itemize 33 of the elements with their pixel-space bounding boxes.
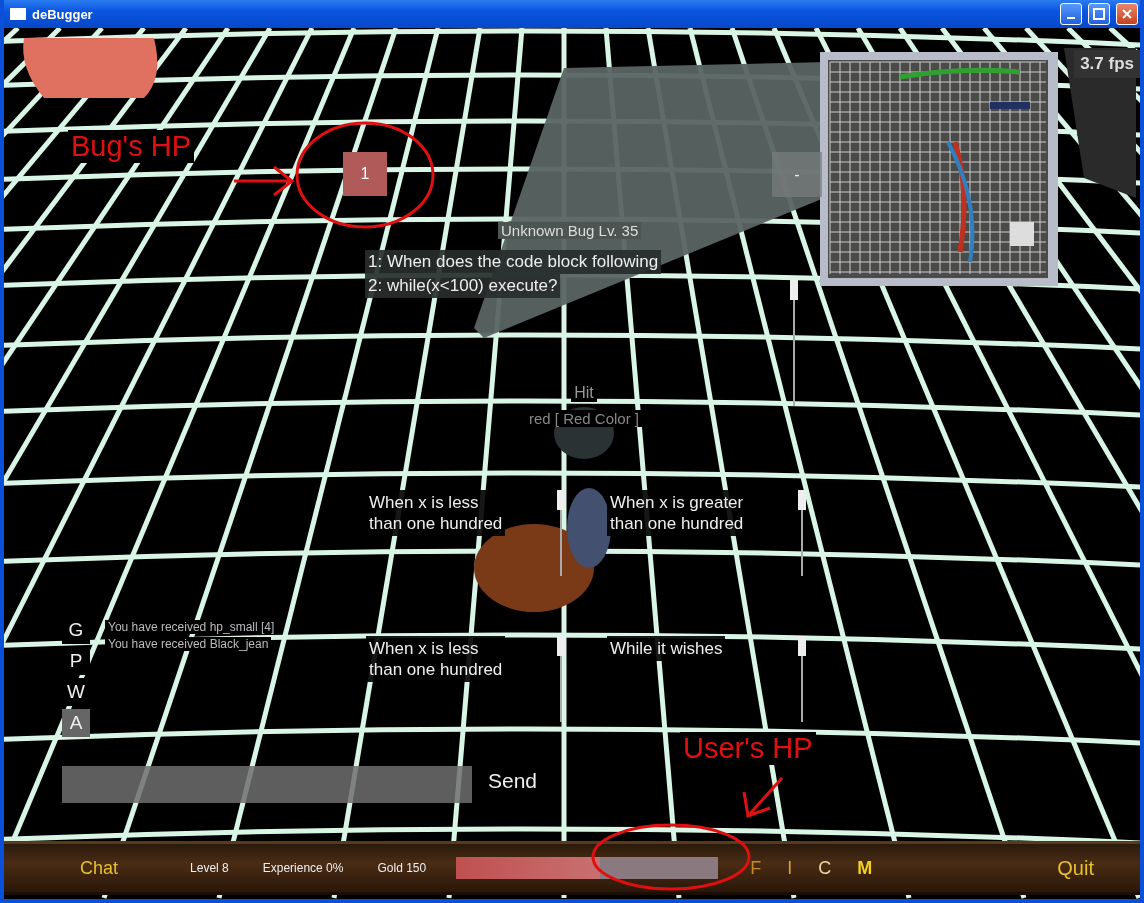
quit-button[interactable]: Quit <box>1051 856 1100 880</box>
answer-option[interactable]: When x is less than one hundred <box>366 490 506 536</box>
minimize-button[interactable] <box>1060 3 1082 25</box>
maximize-icon <box>1093 8 1105 20</box>
currency-label: Gold 150 <box>377 861 427 875</box>
menu-shortcut-button[interactable]: C <box>812 857 838 879</box>
chat-message: You have received Black_jean <box>105 637 272 651</box>
maximize-button[interactable] <box>1088 3 1110 25</box>
annotation-arrow <box>234 164 296 198</box>
close-button[interactable] <box>1116 3 1138 25</box>
chat-button[interactable]: Chat <box>74 857 125 879</box>
close-icon <box>1121 8 1133 20</box>
collapse-button[interactable]: - <box>772 152 822 197</box>
level-label: Level 8 <box>190 861 229 875</box>
menu-shortcut-button[interactable]: I <box>781 857 799 879</box>
chat-tab[interactable]: A <box>62 709 90 737</box>
experience-label: Experience 0% <box>262 861 344 875</box>
bug-hp-box: 1 <box>343 152 387 196</box>
answer-option[interactable]: When x is less than one hundred <box>366 636 506 682</box>
annotation-arrow <box>740 776 786 820</box>
window-icon <box>10 8 26 20</box>
menu-shortcut-button[interactable]: F <box>744 857 768 879</box>
minimize-icon <box>1067 17 1075 19</box>
minimap[interactable] <box>820 52 1058 286</box>
annotation-text: Bug's HP <box>68 130 194 163</box>
bug-name: Unknown Bug Lv. 35 <box>498 222 642 239</box>
fps-counter: 3.7 fps <box>1074 50 1140 78</box>
annotation-text: User's HP <box>680 732 816 765</box>
window-title: deBugger <box>32 6 94 22</box>
answer-option[interactable]: While it wishes <box>607 636 726 661</box>
hit-label: Hit <box>571 384 597 402</box>
menu-shortcut-button[interactable]: M <box>851 857 879 879</box>
chat-input-field[interactable] <box>62 766 472 803</box>
